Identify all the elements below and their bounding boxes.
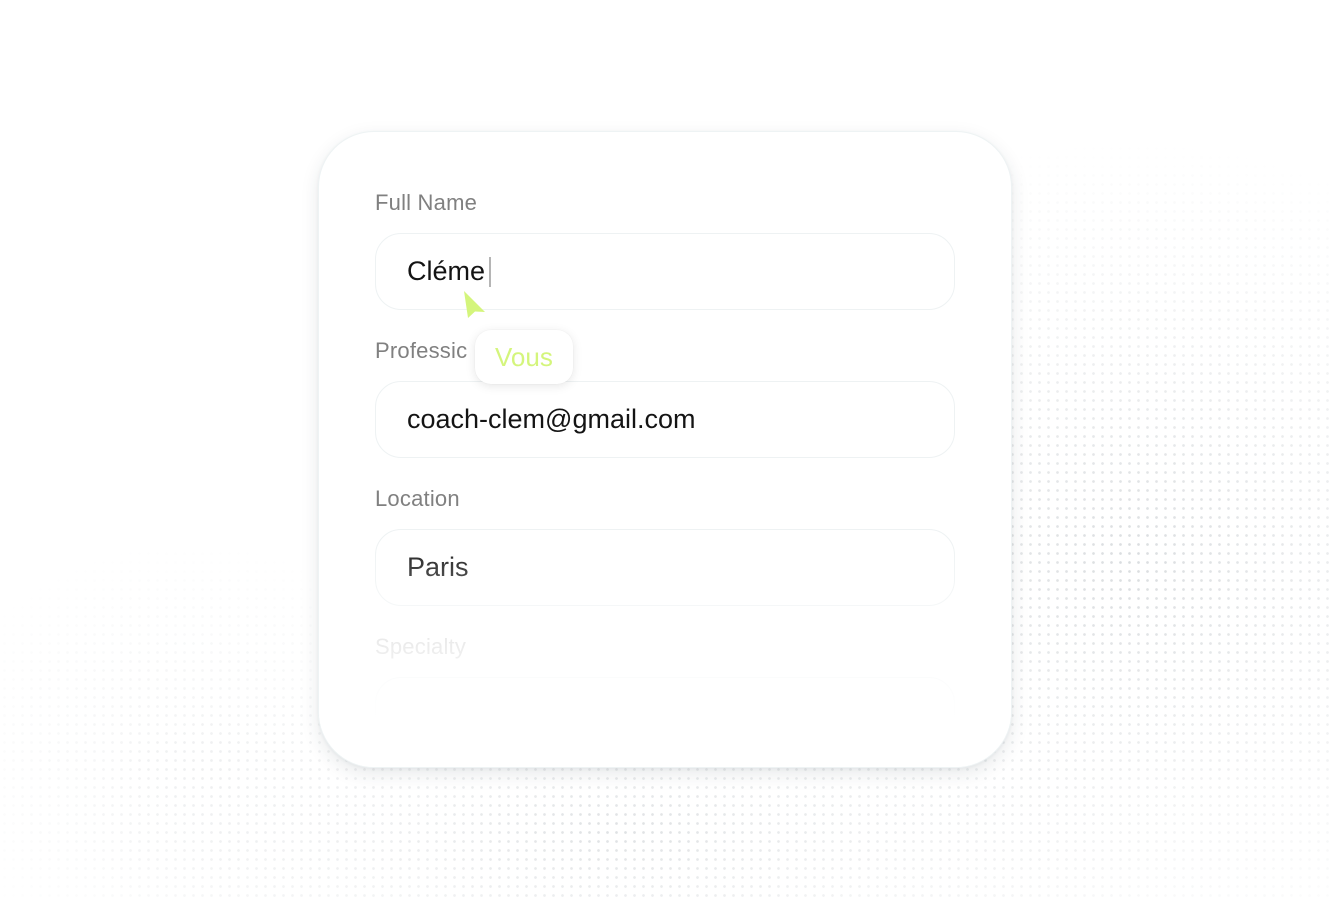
location-value: Paris: [407, 552, 469, 582]
location-label: Location: [375, 486, 460, 511]
cursor-arrow-icon: [464, 291, 485, 318]
specialty-label: Specialty: [375, 634, 467, 659]
text-caret: [489, 256, 491, 287]
collaborator-cursor-tag: Vous: [475, 330, 573, 384]
location-input[interactable]: Paris: [375, 529, 955, 606]
profession-value: coach-clem@gmail.com: [407, 404, 696, 434]
profession-label: Professic: [375, 338, 468, 363]
specialty-input[interactable]: [375, 677, 955, 754]
full-name-value: Cléme: [407, 256, 486, 286]
collaborator-cursor-label: Vous: [495, 341, 553, 372]
page-stage: Full Name Cléme Professic coach-clem@gma…: [0, 0, 1330, 900]
profession-input[interactable]: coach-clem@gmail.com: [375, 381, 955, 458]
profile-form-card: Full Name Cléme Professic coach-clem@gma…: [318, 131, 1012, 768]
full-name-label: Full Name: [375, 190, 478, 215]
